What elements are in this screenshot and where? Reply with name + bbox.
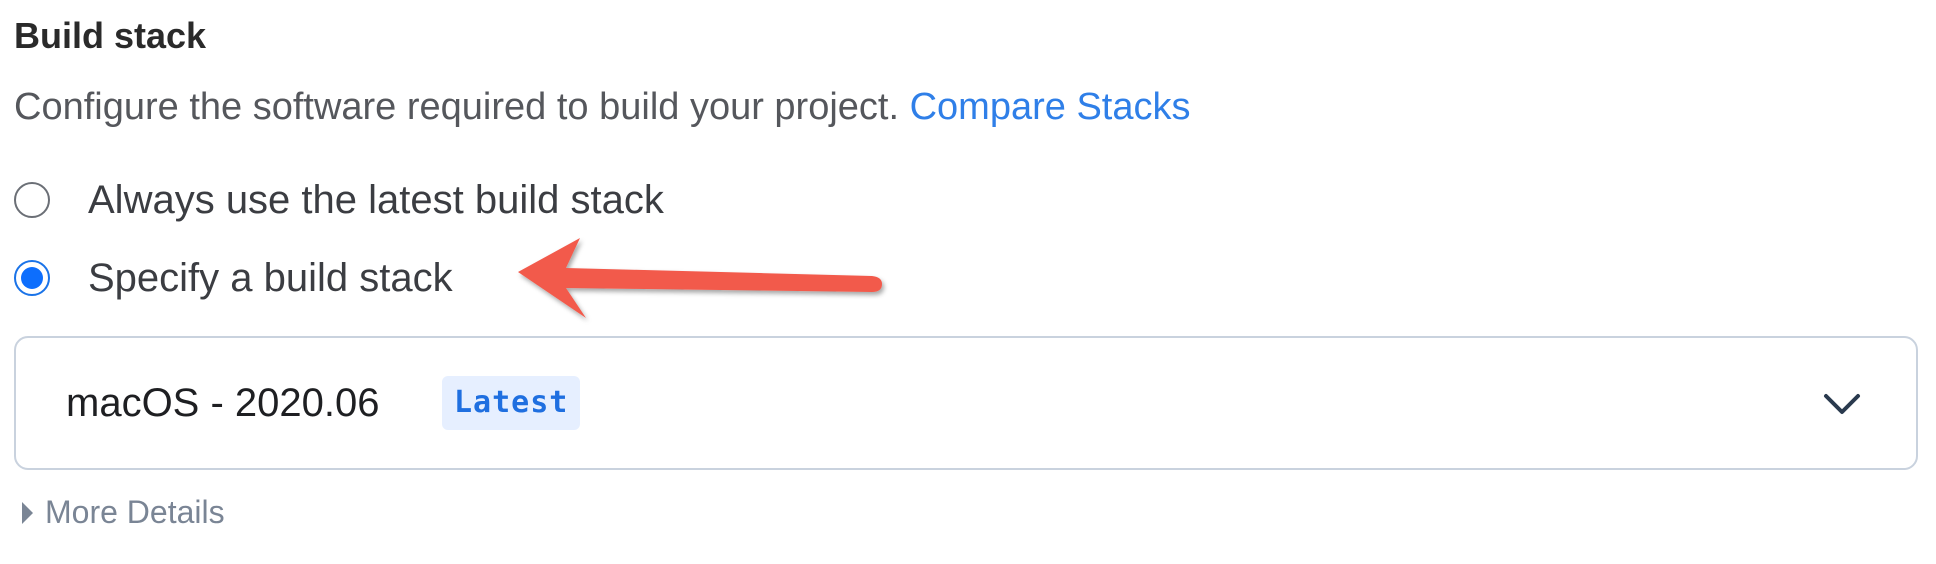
caret-right-icon xyxy=(22,501,33,524)
radio-option-latest[interactable]: Always use the latest build stack xyxy=(14,170,664,230)
radio-label-latest: Always use the latest build stack xyxy=(88,177,664,222)
latest-badge: Latest xyxy=(442,376,581,430)
more-details-label: More Details xyxy=(45,494,225,530)
section-description: Configure the software required to build… xyxy=(14,84,1191,130)
select-value: macOS - 2020.06 xyxy=(66,381,380,425)
radio-specify[interactable] xyxy=(14,260,50,296)
radio-latest[interactable] xyxy=(14,182,50,218)
build-stack-select[interactable]: macOS - 2020.06 Latest xyxy=(14,336,1918,470)
description-text: Configure the software required to build… xyxy=(14,86,900,128)
radio-option-specify[interactable]: Specify a build stack xyxy=(14,248,453,308)
build-stack-section: Build stack Configure the software requi… xyxy=(14,0,1924,564)
chevron-down-icon[interactable] xyxy=(1822,388,1862,418)
compare-stacks-link[interactable]: Compare Stacks xyxy=(910,86,1191,128)
radio-label-specify: Specify a build stack xyxy=(88,255,453,300)
section-title: Build stack xyxy=(14,15,207,56)
more-details-toggle[interactable]: More Details xyxy=(22,494,225,531)
